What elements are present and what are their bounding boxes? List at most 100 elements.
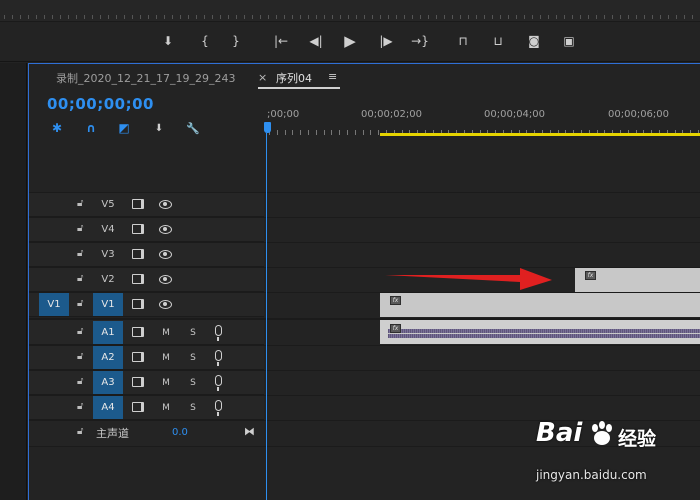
go-to-in-button[interactable]: |← — [270, 30, 292, 52]
ruler-tick — [20, 15, 21, 19]
mute-button[interactable]: M — [159, 346, 173, 369]
ruler-tick — [636, 15, 637, 19]
microphone-icon[interactable] — [215, 375, 222, 391]
step-back-button[interactable]: ◀| — [305, 30, 327, 52]
microphone-icon[interactable] — [215, 400, 222, 416]
mute-button[interactable]: M — [159, 371, 173, 394]
camera-icon: ◙ — [528, 34, 540, 48]
track-name[interactable]: V3 — [93, 243, 123, 266]
solo-button[interactable]: S — [186, 346, 200, 369]
track-name[interactable]: A3 — [93, 371, 123, 394]
ruler-tick — [68, 15, 69, 19]
mute-button[interactable]: M — [159, 321, 173, 344]
ruler-label: 00;00;04;00 — [484, 109, 546, 120]
linked-selection-icon[interactable]: ◩ — [117, 121, 131, 135]
sync-lock-icon[interactable] — [132, 402, 144, 412]
solo-button[interactable]: S — [186, 396, 200, 419]
clip-v2[interactable]: fx — [575, 268, 700, 292]
source-patch-v1[interactable]: V1 — [39, 293, 69, 316]
watermark-suffix: 经验 — [618, 428, 657, 450]
play-button[interactable]: ▶ — [339, 30, 361, 52]
ruler-tick — [156, 15, 157, 19]
ruler-tick — [332, 15, 333, 19]
panel-menu-icon[interactable]: ≡ — [328, 70, 337, 83]
close-tab-icon[interactable]: × — [258, 71, 267, 84]
nest-toggle-icon[interactable]: ✱ — [50, 121, 64, 135]
mark-out-button[interactable]: } — [225, 30, 247, 52]
track-name[interactable]: V5 — [93, 193, 123, 216]
lock-icon[interactable]: 🔓︎ — [77, 401, 86, 413]
track-header-v3: 🔓︎ V3 — [29, 242, 264, 267]
wrench-icon[interactable]: 🔧 — [186, 121, 200, 135]
sync-lock-icon[interactable] — [132, 327, 144, 337]
mark-in-icon: { — [201, 34, 209, 48]
track-header-a2: 🔓︎ A2 M S — [29, 345, 264, 370]
mute-button[interactable]: M — [159, 396, 173, 419]
microphone-icon[interactable] — [215, 325, 222, 341]
go-to-out-button[interactable]: →} — [409, 30, 431, 52]
ruler-tick — [596, 15, 597, 19]
sync-lock-icon[interactable] — [132, 249, 144, 259]
master-volume-value[interactable]: 0.0 — [172, 427, 188, 438]
track-name[interactable]: V1 — [93, 293, 123, 316]
lock-icon[interactable]: 🔓︎ — [77, 298, 86, 310]
sync-lock-icon[interactable] — [132, 274, 144, 284]
lock-icon[interactable]: 🔓︎ — [77, 273, 86, 285]
sync-lock-icon[interactable] — [132, 377, 144, 387]
add-marker-button[interactable]: ⬇ — [157, 30, 179, 52]
ruler-tick — [60, 15, 61, 19]
sync-lock-icon[interactable] — [132, 352, 144, 362]
lock-icon[interactable]: 🔓︎ — [77, 351, 86, 363]
ruler-tick — [620, 15, 621, 19]
lift-button[interactable]: ⊓ — [452, 30, 474, 52]
step-forward-button[interactable]: |▶ — [375, 30, 397, 52]
playhead-timecode[interactable]: 00;00;00;00 — [47, 95, 154, 113]
solo-button[interactable]: S — [186, 371, 200, 394]
track-name[interactable]: A4 — [93, 396, 123, 419]
tab-sequence-04[interactable]: 序列04 — [276, 70, 312, 86]
tab-recording-sequence[interactable]: 录制_2020_12_21_17_19_29_243 — [56, 70, 235, 86]
clip-v1[interactable]: fx — [380, 293, 700, 317]
work-area-bar[interactable] — [380, 133, 700, 136]
solo-button[interactable]: S — [186, 321, 200, 344]
eye-icon[interactable] — [159, 275, 172, 284]
track-name[interactable]: A2 — [93, 346, 123, 369]
ruler-tick — [28, 15, 29, 19]
lock-icon[interactable]: 🔓︎ — [77, 426, 86, 438]
lock-icon[interactable]: 🔓︎ — [77, 198, 86, 210]
add-marker-icon[interactable]: ⬇ — [152, 121, 166, 135]
sync-lock-icon[interactable] — [132, 224, 144, 234]
eye-icon[interactable] — [159, 200, 172, 209]
track-name[interactable]: V4 — [93, 218, 123, 241]
ruler-tick — [476, 15, 477, 19]
track-header-v4: 🔓︎ V4 — [29, 217, 264, 242]
lock-icon[interactable]: 🔓︎ — [77, 248, 86, 260]
comparison-view-button[interactable]: ▣ — [558, 30, 580, 52]
clip-a1[interactable]: fx — [380, 320, 700, 344]
extract-button[interactable]: ⊔ — [487, 30, 509, 52]
export-frame-button[interactable]: ◙ — [523, 30, 545, 52]
sync-lock-icon[interactable] — [132, 299, 144, 309]
ruler-tick — [212, 15, 213, 19]
go-to-end-icon[interactable]: ⧓ — [244, 425, 255, 438]
monitor-ruler[interactable] — [0, 0, 700, 22]
track-name[interactable]: V2 — [93, 268, 123, 291]
sync-lock-icon[interactable] — [132, 199, 144, 209]
lock-icon[interactable]: 🔓︎ — [77, 223, 86, 235]
lock-icon[interactable]: 🔓︎ — [77, 326, 86, 338]
ruler-tick — [252, 15, 253, 19]
lock-icon[interactable]: 🔓︎ — [77, 376, 86, 388]
playhead-handle[interactable] — [264, 122, 271, 133]
snap-icon[interactable]: ∩ — [84, 121, 98, 135]
mark-in-button[interactable]: { — [194, 30, 216, 52]
track-header-master: 🔓︎ — [29, 420, 264, 447]
ruler-tick — [84, 15, 85, 19]
ruler-label: 00;00;02;00 — [361, 109, 423, 120]
microphone-icon[interactable] — [215, 350, 222, 366]
eye-icon[interactable] — [159, 250, 172, 259]
track-name[interactable]: A1 — [93, 321, 123, 344]
ruler-tick — [339, 130, 341, 135]
eye-icon[interactable] — [159, 300, 172, 309]
eye-icon[interactable] — [159, 225, 172, 234]
playhead-line[interactable] — [266, 133, 267, 500]
